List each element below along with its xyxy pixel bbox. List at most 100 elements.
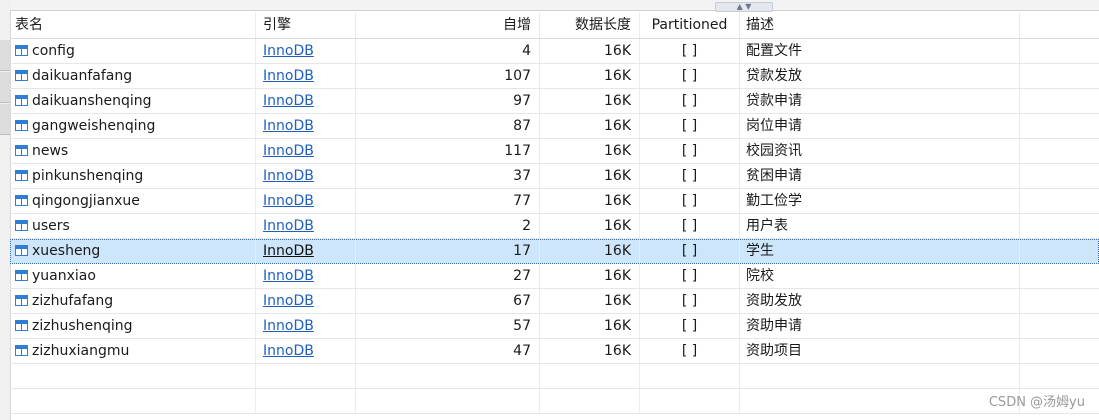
table-name: qingongjianxue bbox=[32, 193, 140, 209]
empty-cell bbox=[356, 364, 540, 388]
table-list-grid: 表名 引擎 自增 数据长度 Partitioned 描述 config InnoD… bbox=[10, 12, 1099, 414]
table-name: config bbox=[32, 43, 75, 59]
table-name-cell[interactable]: pinkunshenqing bbox=[10, 164, 256, 188]
engine-link[interactable]: InnoDB bbox=[263, 193, 314, 209]
partitioned-cell: [ ] bbox=[640, 289, 740, 313]
table-row[interactable]: config InnoDB 4 16K[ ] 配置文件 bbox=[10, 39, 1099, 64]
description-cell: 勤工俭学 bbox=[740, 189, 1020, 213]
empty-cell bbox=[740, 389, 1020, 413]
table-row[interactable]: qingongjianxue InnoDB 77 16K[ ] 勤工俭学 bbox=[10, 189, 1099, 214]
auto-increment-cell: 97 bbox=[356, 89, 540, 113]
table-name: daikuanshenqing bbox=[32, 93, 152, 109]
data-length-cell: 16K bbox=[540, 189, 640, 213]
table-icon bbox=[15, 220, 28, 231]
partitioned-cell: [ ] bbox=[640, 214, 740, 238]
auto-increment-cell: 67 bbox=[356, 289, 540, 313]
table-name-cell[interactable]: users bbox=[10, 214, 256, 238]
table-icon bbox=[15, 320, 28, 331]
engine-cell: InnoDB bbox=[256, 314, 356, 338]
partitioned-cell: [ ] bbox=[640, 164, 740, 188]
table-row[interactable]: zizhuxiangmu InnoDB 47 16K[ ] 资助项目 bbox=[10, 339, 1099, 364]
partitioned-cell: [ ] bbox=[640, 89, 740, 113]
column-header-auto-increment[interactable]: 自增 bbox=[356, 12, 540, 38]
engine-cell: InnoDB bbox=[256, 264, 356, 288]
table-name-cell[interactable]: xuesheng bbox=[10, 239, 256, 263]
table-row[interactable]: xuesheng InnoDB 17 16K[ ] 学生 bbox=[10, 239, 1099, 264]
table-name-cell[interactable]: config bbox=[10, 39, 256, 63]
partitioned-cell: [ ] bbox=[640, 264, 740, 288]
engine-cell: InnoDB bbox=[256, 189, 356, 213]
table-row[interactable]: yuanxiao InnoDB 27 16K[ ] 院校 bbox=[10, 264, 1099, 289]
engine-cell: InnoDB bbox=[256, 214, 356, 238]
table-name-cell[interactable]: daikuanfafang bbox=[10, 64, 256, 88]
column-header-description[interactable]: 描述 bbox=[740, 12, 1020, 38]
table-name-cell[interactable]: gangweishenqing bbox=[10, 114, 256, 138]
engine-cell: InnoDB bbox=[256, 164, 356, 188]
description-cell: 资助项目 bbox=[740, 339, 1020, 363]
engine-link[interactable]: InnoDB bbox=[263, 268, 314, 284]
empty-row bbox=[10, 389, 1099, 414]
table-row[interactable]: daikuanfafang InnoDB 107 16K[ ] 贷款发放 bbox=[10, 64, 1099, 89]
engine-cell: InnoDB bbox=[256, 114, 356, 138]
auto-increment-cell: 87 bbox=[356, 114, 540, 138]
auto-increment-cell: 47 bbox=[356, 339, 540, 363]
table-name: yuanxiao bbox=[32, 268, 96, 284]
table-name-cell[interactable]: zizhushenqing bbox=[10, 314, 256, 338]
table-name-cell[interactable]: zizhufafang bbox=[10, 289, 256, 313]
left-panel-tab[interactable] bbox=[0, 72, 10, 103]
empty-cell bbox=[740, 364, 1020, 388]
table-name: zizhuxiangmu bbox=[32, 343, 130, 359]
column-header-partitioned[interactable]: Partitioned bbox=[640, 12, 740, 38]
engine-link[interactable]: InnoDB bbox=[263, 243, 314, 259]
engine-cell: InnoDB bbox=[256, 339, 356, 363]
description-cell: 学生 bbox=[740, 239, 1020, 263]
engine-link[interactable]: InnoDB bbox=[263, 68, 314, 84]
data-length-cell: 16K bbox=[540, 264, 640, 288]
engine-link[interactable]: InnoDB bbox=[263, 168, 314, 184]
table-row[interactable]: users InnoDB 2 16K[ ] 用户表 bbox=[10, 214, 1099, 239]
table-name-cell[interactable]: yuanxiao bbox=[10, 264, 256, 288]
table-name: xuesheng bbox=[32, 243, 101, 259]
table-icon bbox=[15, 345, 28, 356]
auto-increment-cell: 37 bbox=[356, 164, 540, 188]
table-icon bbox=[15, 270, 28, 281]
left-panel-tab[interactable] bbox=[0, 40, 10, 71]
engine-link[interactable]: InnoDB bbox=[263, 293, 314, 309]
splitter-collapse-handle[interactable]: ▲ ▼ bbox=[715, 2, 773, 12]
column-header-engine[interactable]: 引擎 bbox=[256, 12, 356, 38]
engine-link[interactable]: InnoDB bbox=[263, 93, 314, 109]
left-panel-tab[interactable] bbox=[0, 104, 10, 135]
table-name-cell[interactable]: daikuanshenqing bbox=[10, 89, 256, 113]
auto-increment-cell: 107 bbox=[356, 64, 540, 88]
splitter-bar[interactable]: ▲ ▼ bbox=[10, 0, 1099, 12]
empty-cell bbox=[540, 364, 640, 388]
engine-link[interactable]: InnoDB bbox=[263, 218, 314, 234]
data-length-cell: 16K bbox=[540, 164, 640, 188]
empty-cell bbox=[540, 389, 640, 413]
engine-link[interactable]: InnoDB bbox=[263, 43, 314, 59]
partitioned-cell: [ ] bbox=[640, 239, 740, 263]
table-row[interactable]: gangweishenqing InnoDB 87 16K[ ] 岗位申请 bbox=[10, 114, 1099, 139]
partitioned-cell: [ ] bbox=[640, 139, 740, 163]
table-row[interactable]: zizhushenqing InnoDB 57 16K[ ] 资助申请 bbox=[10, 314, 1099, 339]
engine-link[interactable]: InnoDB bbox=[263, 143, 314, 159]
table-row[interactable]: news InnoDB 117 16K[ ] 校园资讯 bbox=[10, 139, 1099, 164]
table-name-cell[interactable]: qingongjianxue bbox=[10, 189, 256, 213]
engine-link[interactable]: InnoDB bbox=[263, 343, 314, 359]
table-name-cell[interactable]: news bbox=[10, 139, 256, 163]
auto-increment-cell: 27 bbox=[356, 264, 540, 288]
table-row[interactable]: daikuanshenqing InnoDB 97 16K[ ] 贷款申请 bbox=[10, 89, 1099, 114]
column-header-data-length[interactable]: 数据长度 bbox=[540, 12, 640, 38]
engine-cell: InnoDB bbox=[256, 64, 356, 88]
data-length-cell: 16K bbox=[540, 64, 640, 88]
table-name: news bbox=[32, 143, 69, 159]
table-row[interactable]: pinkunshenqing InnoDB 37 16K[ ] 贫困申请 bbox=[10, 164, 1099, 189]
table-row[interactable]: zizhufafang InnoDB 67 16K[ ] 资助发放 bbox=[10, 289, 1099, 314]
column-header-name[interactable]: 表名 bbox=[10, 12, 256, 38]
partitioned-cell: [ ] bbox=[640, 64, 740, 88]
engine-link[interactable]: InnoDB bbox=[263, 318, 314, 334]
description-cell: 贷款发放 bbox=[740, 64, 1020, 88]
table-icon bbox=[15, 170, 28, 181]
table-name-cell[interactable]: zizhuxiangmu bbox=[10, 339, 256, 363]
engine-link[interactable]: InnoDB bbox=[263, 118, 314, 134]
